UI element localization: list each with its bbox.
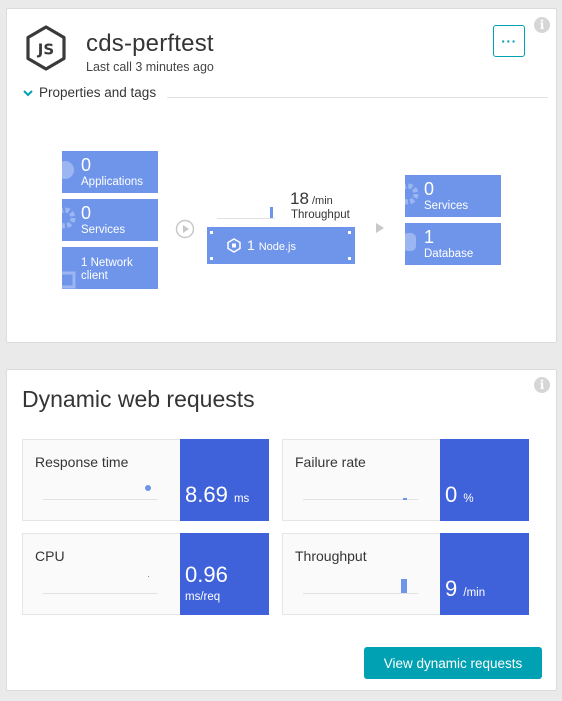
- gear-icon: [405, 183, 419, 205]
- process-card: i JS cds-perftest Last call 3 minutes ag…: [6, 8, 557, 343]
- play-circle-icon: [175, 219, 195, 239]
- more-actions-button[interactable]: ···: [493, 25, 525, 57]
- network-icon: [62, 271, 76, 289]
- application-icon: [62, 161, 74, 179]
- failure-rate-label: Failure rate: [295, 454, 366, 470]
- last-call-text: Last call 3 minutes ago: [86, 60, 214, 74]
- throughput-label: Throughput: [291, 209, 350, 221]
- response-time-data-point: [145, 485, 151, 491]
- nodejs-logo-icon: JS: [26, 25, 66, 71]
- arrow-right-icon: [376, 223, 384, 233]
- cpu-value: 0.96: [185, 562, 228, 587]
- incoming-services-tile[interactable]: 0 Services: [62, 199, 158, 241]
- cpu-label: CPU: [35, 548, 65, 564]
- applications-label: Applications: [81, 176, 144, 188]
- process-count: 1: [247, 237, 255, 253]
- throughput-metric-value-line: 9 /min: [445, 578, 485, 604]
- throughput-value: 18: [290, 189, 309, 208]
- incoming-services-count: 0: [81, 203, 92, 223]
- chevron-down-icon: [23, 89, 33, 96]
- incoming-services-label: Services: [81, 224, 126, 236]
- right-handle: [348, 231, 352, 260]
- throughput-sparkline-baseline: [217, 218, 275, 219]
- process-title: cds-perftest: [86, 30, 214, 57]
- process-name: Node.js: [258, 241, 296, 253]
- left-handle: [210, 231, 214, 260]
- nodejs-process-label: 1 Node.js: [247, 237, 296, 253]
- network-client-line2: client: [81, 270, 108, 282]
- failure-rate-value-box: 0 %: [440, 439, 529, 521]
- outgoing-services-count: 0: [424, 179, 435, 199]
- response-time-value-line: 8.69 ms: [185, 484, 249, 510]
- failure-rate-tile[interactable]: Failure rate 0 %: [282, 439, 529, 521]
- info-icon[interactable]: i: [534, 377, 550, 393]
- cpu-data-point: [148, 576, 149, 577]
- network-client-label: 1 Network client: [81, 257, 133, 283]
- throughput-tile[interactable]: Throughput 9 /min: [282, 533, 529, 615]
- failure-rate-value: 0: [445, 482, 458, 507]
- database-tile[interactable]: 1 Database: [405, 223, 501, 265]
- properties-label: Properties and tags: [39, 85, 157, 100]
- cpu-tile[interactable]: CPU 0.96 ms/req: [22, 533, 269, 615]
- dynamic-web-requests-card: i Dynamic web requests Response time 8.6…: [6, 369, 557, 691]
- database-icon: [405, 233, 416, 251]
- gear-icon: [62, 207, 76, 229]
- network-client-tile[interactable]: 1 Network client: [62, 247, 158, 289]
- cpu-value-box: 0.96 ms/req: [180, 533, 269, 615]
- throughput-metric-value: 9: [445, 576, 458, 601]
- throughput-sparkline-bar: [270, 207, 273, 218]
- response-time-value: 8.69: [185, 482, 228, 507]
- view-dynamic-requests-button[interactable]: View dynamic requests: [364, 647, 542, 679]
- database-label: Database: [424, 248, 474, 260]
- failure-rate-unit: %: [463, 493, 474, 505]
- failure-rate-data-point: [403, 498, 407, 500]
- network-client-line1: 1 Network: [81, 257, 133, 269]
- properties-and-tags-toggle[interactable]: Properties and tags: [23, 85, 156, 100]
- svg-text:JS: JS: [37, 41, 54, 59]
- response-time-value-box: 8.69 ms: [180, 439, 269, 521]
- throughput-value-box: 9 /min: [440, 533, 529, 615]
- response-time-unit: ms: [233, 493, 250, 505]
- failure-rate-sparkline: [303, 499, 418, 500]
- throughput-metric-unit: /min: [463, 587, 486, 599]
- applications-tile[interactable]: 0 Applications: [62, 151, 158, 193]
- throughput-unit: /min: [312, 195, 333, 207]
- outgoing-services-label: Services: [424, 200, 469, 212]
- divider: [167, 97, 548, 98]
- outgoing-services-tile[interactable]: 0 Services: [405, 175, 501, 217]
- throughput-metric-bar: [401, 579, 407, 593]
- throughput-metric-sparkline: [303, 593, 418, 594]
- cpu-unit: ms/req: [185, 591, 221, 603]
- applications-count: 0: [81, 155, 92, 175]
- cpu-sparkline: [43, 593, 158, 594]
- nodejs-small-icon: [227, 238, 241, 253]
- section-title: Dynamic web requests: [22, 386, 255, 412]
- throughput-metric-label: Throughput: [295, 548, 367, 564]
- database-count: 1: [424, 227, 435, 247]
- nodejs-process-box[interactable]: 1 Node.js: [207, 227, 355, 264]
- response-time-label: Response time: [35, 454, 129, 470]
- response-time-tile[interactable]: Response time 8.69 ms: [22, 439, 269, 521]
- response-time-sparkline: [43, 499, 158, 500]
- info-icon[interactable]: i: [534, 17, 550, 33]
- failure-rate-value-line: 0 %: [445, 484, 474, 510]
